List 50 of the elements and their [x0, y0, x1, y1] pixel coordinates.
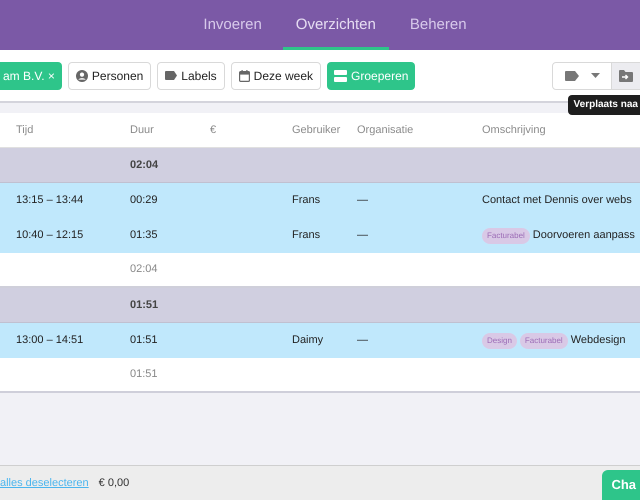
- entry-row[interactable]: 13:00 – 14:51 01:51 Daimy — Design Facturabel Webdesign: [0, 323, 640, 358]
- table-cell-text: —: [357, 193, 368, 208]
- table-cell-text: Frans: [292, 193, 320, 208]
- column-header: Gebruiker: [292, 122, 342, 138]
- table-cell-text: 13:00 – 14:51: [16, 333, 84, 348]
- table-cell-text: Frans: [292, 228, 320, 244]
- group-total: 02:04: [130, 158, 158, 173]
- table-cell-text: 10:40 – 12:15: [16, 228, 84, 244]
- table-cell-text: —: [357, 333, 368, 348]
- label-dropdown-button[interactable]: [552, 62, 612, 90]
- table-cell-text: 13:15 – 13:44: [16, 193, 84, 208]
- filter-button[interactable]: Deze week: [230, 62, 322, 90]
- person-icon: [76, 70, 88, 82]
- nav-tab[interactable]: Invoeren: [190, 0, 275, 50]
- column-header: Organisatie: [357, 122, 414, 138]
- action-button[interactable]: Cha: [602, 470, 640, 500]
- filter-button[interactable]: Personen: [68, 62, 152, 90]
- column-header: Duur: [130, 122, 155, 138]
- column-header: Tijd: [15, 122, 34, 138]
- tag-icon: [165, 71, 178, 80]
- entry-row[interactable]: 13:15 – 13:44 00:29 Frans — Contact met Dennis over webs: [0, 183, 640, 218]
- filter-button[interactable]: Labels: [157, 62, 225, 90]
- subtotal: 02:04: [130, 262, 158, 278]
- table-cell-text: Webdesign: [570, 333, 626, 348]
- nav-tab[interactable]: Beheren: [396, 0, 480, 50]
- total-amount: € 0,00: [98, 476, 130, 491]
- table-cell-text: —: [357, 228, 368, 244]
- table-cell-text: 01:35: [130, 228, 158, 244]
- tooltip: Verplaats naa: [568, 95, 640, 115]
- label-tag: Facturabel: [482, 228, 530, 244]
- tag-icon: [564, 70, 578, 80]
- column-header: Omschrijving: [482, 122, 547, 138]
- group-total: 01:51: [130, 298, 158, 313]
- entry-row[interactable]: 10:40 – 12:15 01:35 Frans — Facturabel Doorvoeren aanpass: [0, 218, 640, 253]
- column-header: €: [210, 122, 218, 138]
- move-icon: [619, 70, 633, 82]
- rows-icon: [334, 70, 348, 82]
- table-cell-text: 00:29: [130, 193, 158, 208]
- caret-icon: [590, 73, 600, 78]
- table-cell-text: Contact met Dennis over webs: [482, 193, 632, 208]
- subtotal: 01:51: [130, 367, 158, 382]
- label-tag: Design: [482, 332, 517, 348]
- calendar-icon: [238, 70, 250, 82]
- active-filter-chip[interactable]: am B.V. ×: [0, 62, 62, 90]
- group-button[interactable]: Groeperen: [327, 62, 416, 90]
- table-cell-text: Daimy: [292, 333, 324, 348]
- label-tag: Facturabel: [520, 332, 568, 348]
- table-cell-text: 01:51: [130, 333, 158, 348]
- move-button[interactable]: [612, 62, 640, 90]
- table-cell-text: Doorvoeren aanpass: [532, 228, 635, 244]
